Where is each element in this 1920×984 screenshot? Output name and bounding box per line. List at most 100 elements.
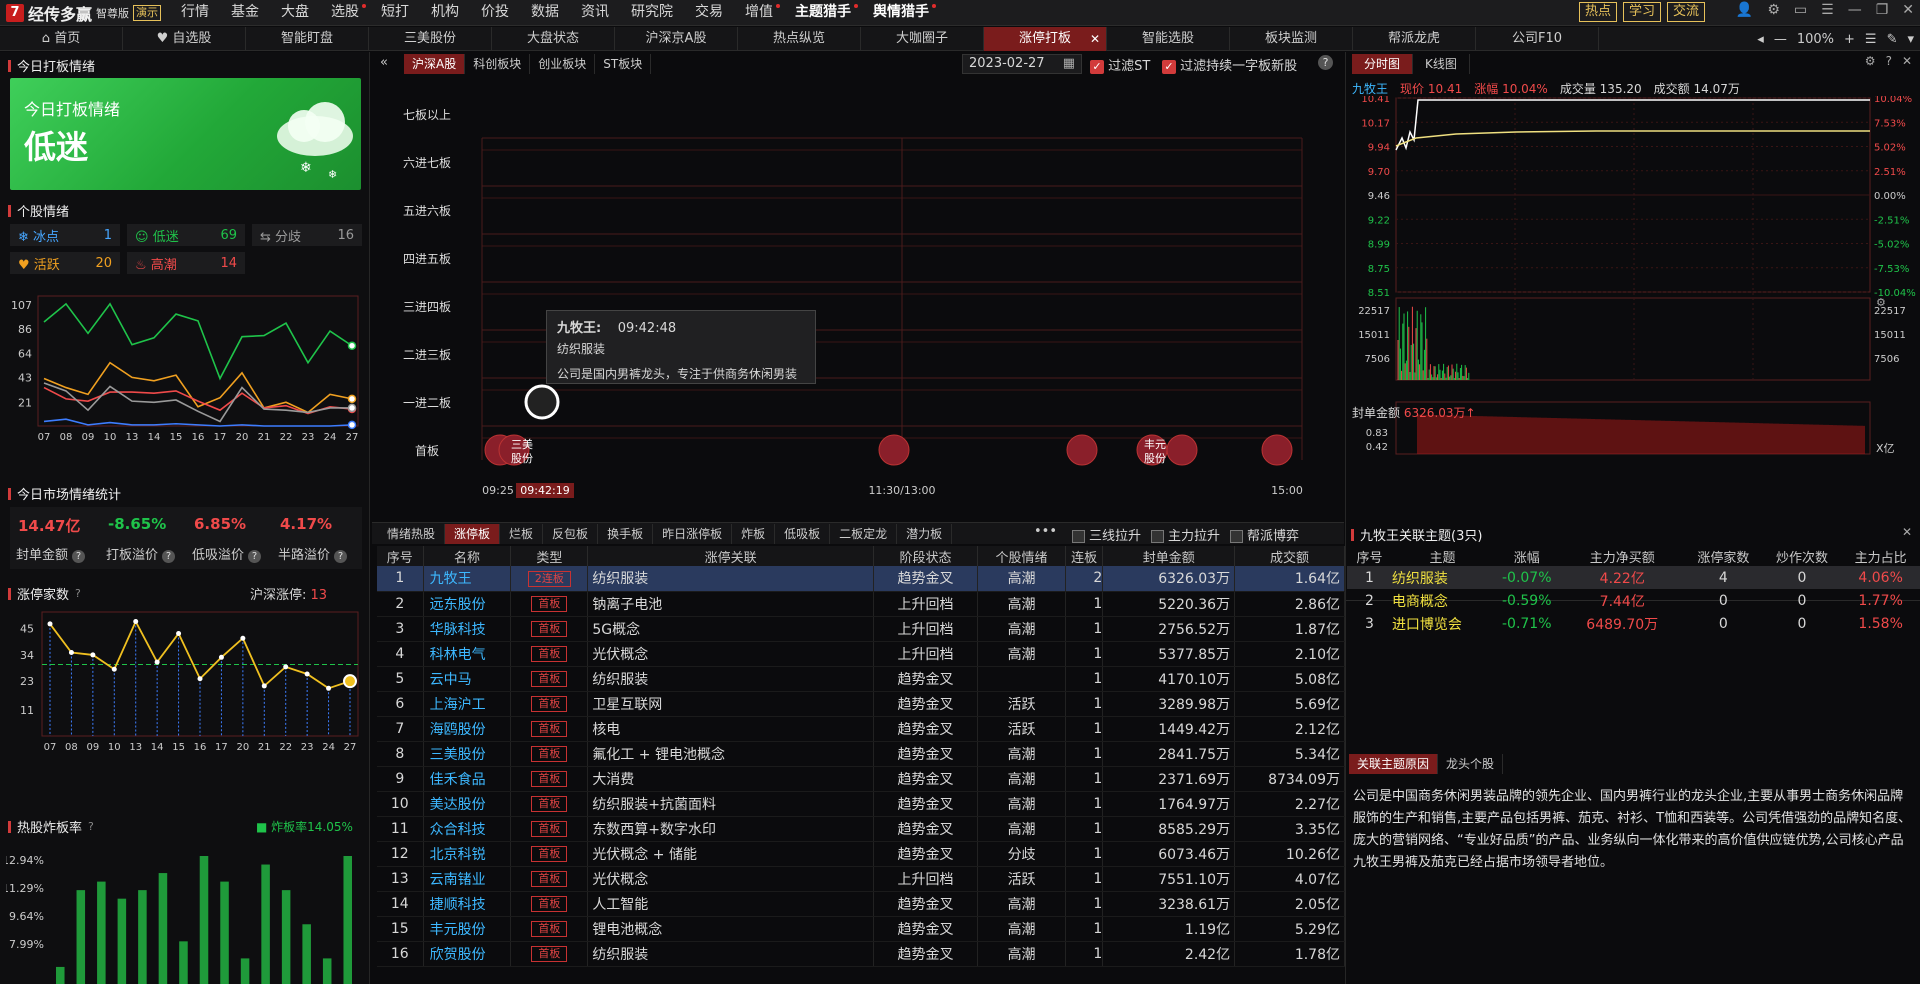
list-tab[interactable]: 涨停板 [445,524,501,544]
help-icon[interactable]: ? [88,820,94,833]
checkbox-checked-icon[interactable]: ✓ [1162,59,1176,74]
edit-icon[interactable]: ✎ [1887,32,1898,47]
menu-item[interactable]: 数据 [520,0,570,26]
menu-item[interactable]: 交易 [684,0,734,26]
stock-bubble[interactable] [878,434,910,466]
layout-icon[interactable]: ▭ [1794,2,1807,18]
menu-item[interactable]: 机构 [420,0,470,26]
user-icon[interactable]: 👤 [1736,2,1753,18]
column-header[interactable]: 涨停家数 [1684,546,1763,566]
column-header[interactable]: 封单金额 [1102,546,1236,566]
filter-st[interactable]: ✓ 过滤ST [1090,55,1150,74]
table-row[interactable]: 4 科林电气 首板 光伏概念 上升回档 高潮 1 5377.85万 2.10亿 [377,641,1345,667]
list-check[interactable]: 主力拉升 [1151,525,1220,544]
table-row[interactable]: 1 九牧王 2连板 纺织服装 趋势金叉 高潮 2 6326.03万 1.64亿 [377,566,1345,592]
column-header[interactable]: 连板 [1065,546,1104,566]
menu-item[interactable]: 研究院 [620,0,684,26]
menu-icon[interactable]: ☰ [1821,2,1834,18]
board-tab[interactable]: 沪深A股 [404,54,466,74]
column-header[interactable]: 序号 [377,546,424,566]
table-row[interactable]: 12 北京科锐 首板 光伏概念 + 储能 趋势金叉 分歧 1 6073.46万 10.26亿 [377,841,1345,867]
table-row[interactable]: 6 上海沪工 首板 卫星互联网 趋势金叉 活跃 1 3289.98万 5.69亿 [377,691,1345,717]
table-row[interactable]: 8 三美股份 首板 氟化工 + 锂电池概念 趋势金叉 高潮 1 2841.75万 5.34亿 [377,741,1345,767]
column-header[interactable]: 类型 [510,546,589,566]
list-tab[interactable]: 情绪热股 [378,524,446,544]
column-header[interactable]: 涨停关联 [587,546,874,566]
zoom-out-icon[interactable]: — [1774,32,1787,47]
top-button[interactable]: 学习 [1622,2,1661,22]
restore-icon[interactable]: ❐ [1876,2,1889,18]
chart-tab[interactable]: K线图 [1413,54,1470,74]
settings-icon[interactable]: ⚙ [1876,296,1886,309]
list-icon[interactable]: ☰ [1865,32,1877,47]
detail-tab[interactable]: 龙头个股 [1438,754,1504,774]
close-icon[interactable]: ✕ [1902,525,1912,539]
column-header[interactable]: 主力净买额 [1560,546,1684,566]
column-header[interactable]: 涨幅 [1493,546,1560,566]
tab-item[interactable]: 沪深京A股 [615,27,738,51]
help-icon[interactable]: ? [162,550,176,563]
list-tab[interactable]: 换手板 [598,524,654,544]
list-tab[interactable]: 昨日涨停板 [653,524,733,544]
calendar-icon[interactable]: ▦ [1063,55,1075,73]
close-icon[interactable]: ✕ [1902,2,1914,18]
tab-item[interactable]: ⌂ 首页 [0,27,123,51]
board-tab[interactable]: ST板块 [595,54,652,74]
tab-item[interactable]: 大咖圈子 [861,27,984,51]
tab-item[interactable]: 三美股份 [369,27,492,51]
tab-item[interactable]: 板块监测 [1230,27,1353,51]
tab-item[interactable]: 智能盯盘 [246,27,369,51]
theme-row[interactable]: 2 电商概念 -0.59% 7.44亿 0 0 1.77% [1347,589,1920,612]
mood-chip[interactable]: ❄ 冰点 1 [10,224,120,246]
zoom-in-icon[interactable]: + [1844,32,1855,47]
table-row[interactable]: 16 欣贺股份 首板 纺织服装 趋势金叉 高潮 1 2.42亿 1.78亿 [377,941,1345,967]
help-icon[interactable]: ? [334,550,348,563]
chart-tab[interactable]: 分时图 [1352,54,1414,74]
filter-new[interactable]: ✓ 过滤持续一字板新股 [1162,55,1297,74]
table-row[interactable]: 13 云南锗业 首板 光伏概念 上升回档 活跃 1 7551.10万 4.07亿 [377,866,1345,892]
list-tab[interactable]: 反包板 [543,524,599,544]
collapse-icon[interactable]: « [380,55,388,70]
date-picker[interactable]: 2023-02-27 ▦ [962,54,1082,74]
app-logo[interactable]: 7 经传多赢 智尊版 演示 [6,3,162,24]
chevron-down-icon[interactable]: ▾ [1907,32,1914,47]
menu-item[interactable]: 行情 [170,0,220,26]
menu-item[interactable]: 资讯 [570,0,620,26]
tab-item[interactable]: 热点纵览 [738,27,861,51]
chevron-left-icon[interactable]: ◂ [1757,32,1764,47]
stock-bubble[interactable] [1166,434,1198,466]
tab-item[interactable]: 大盘状态 [492,27,615,51]
tab-item[interactable]: 涨停打板 ✕ [984,27,1107,51]
help-icon[interactable]: ? [1886,54,1892,68]
tab-item[interactable]: 帮派龙虎 [1353,27,1476,51]
menu-item[interactable]: 舆情猎手 [862,0,940,26]
theme-row[interactable]: 3 进口博览会 -0.71% 6489.70万 0 0 1.58% [1347,612,1920,635]
table-row[interactable]: 15 丰元股份 首板 锂电池概念 趋势金叉 高潮 1 1.19亿 5.29亿 [377,916,1345,942]
help-icon[interactable]: ? [72,550,86,563]
table-row[interactable]: 10 美达股份 首板 纺织服装+抗菌面料 趋势金叉 高潮 1 1764.97万 2.27亿 [377,791,1345,817]
board-tab[interactable]: 科创板块 [465,54,531,74]
table-row[interactable]: 3 华脉科技 首板 5G概念 上升回档 高潮 1 2756.52万 1.87亿 [377,616,1345,642]
detail-tab[interactable]: 关联主题原因 [1349,754,1439,774]
list-tab[interactable]: 低吸板 [775,524,831,544]
close-tab-icon[interactable]: ✕ [1090,27,1100,51]
list-tab[interactable]: 潜力板 [897,524,953,544]
mood-chip[interactable]: ♥ 活跃 20 [10,252,120,274]
column-header[interactable]: 成交额 [1234,546,1345,566]
stock-bubble[interactable] [1066,434,1098,466]
help-icon[interactable]: ? [75,587,81,600]
list-tab[interactable]: 二板定龙 [830,524,898,544]
menu-item[interactable]: 价投 [470,0,520,26]
table-row[interactable]: 2 远东股份 首板 钠离子电池 上升回档 高潮 1 5220.36万 2.86亿 [377,591,1345,617]
close-icon[interactable]: ✕ [1902,54,1912,68]
checkbox-checked-icon[interactable]: ✓ [1090,59,1104,74]
menu-item[interactable]: 短打 [370,0,420,26]
help-icon[interactable]: ? [248,550,262,563]
table-row[interactable]: 5 云中马 首板 纺织服装 趋势金叉 1 4170.10万 5.08亿 [377,666,1345,692]
menu-item[interactable]: 选股 [320,0,370,26]
theme-row[interactable]: 1 纺织服装 -0.07% 4.22亿 4 0 4.06% [1347,566,1920,589]
table-row[interactable]: 14 捷顺科技 首板 人工智能 趋势金叉 高潮 1 3238.61万 2.05亿 [377,891,1345,917]
list-tab[interactable]: 炸板 [732,524,776,544]
column-header[interactable]: 炒作次数 [1763,546,1842,566]
list-check[interactable]: 帮派博弈 [1230,525,1299,544]
